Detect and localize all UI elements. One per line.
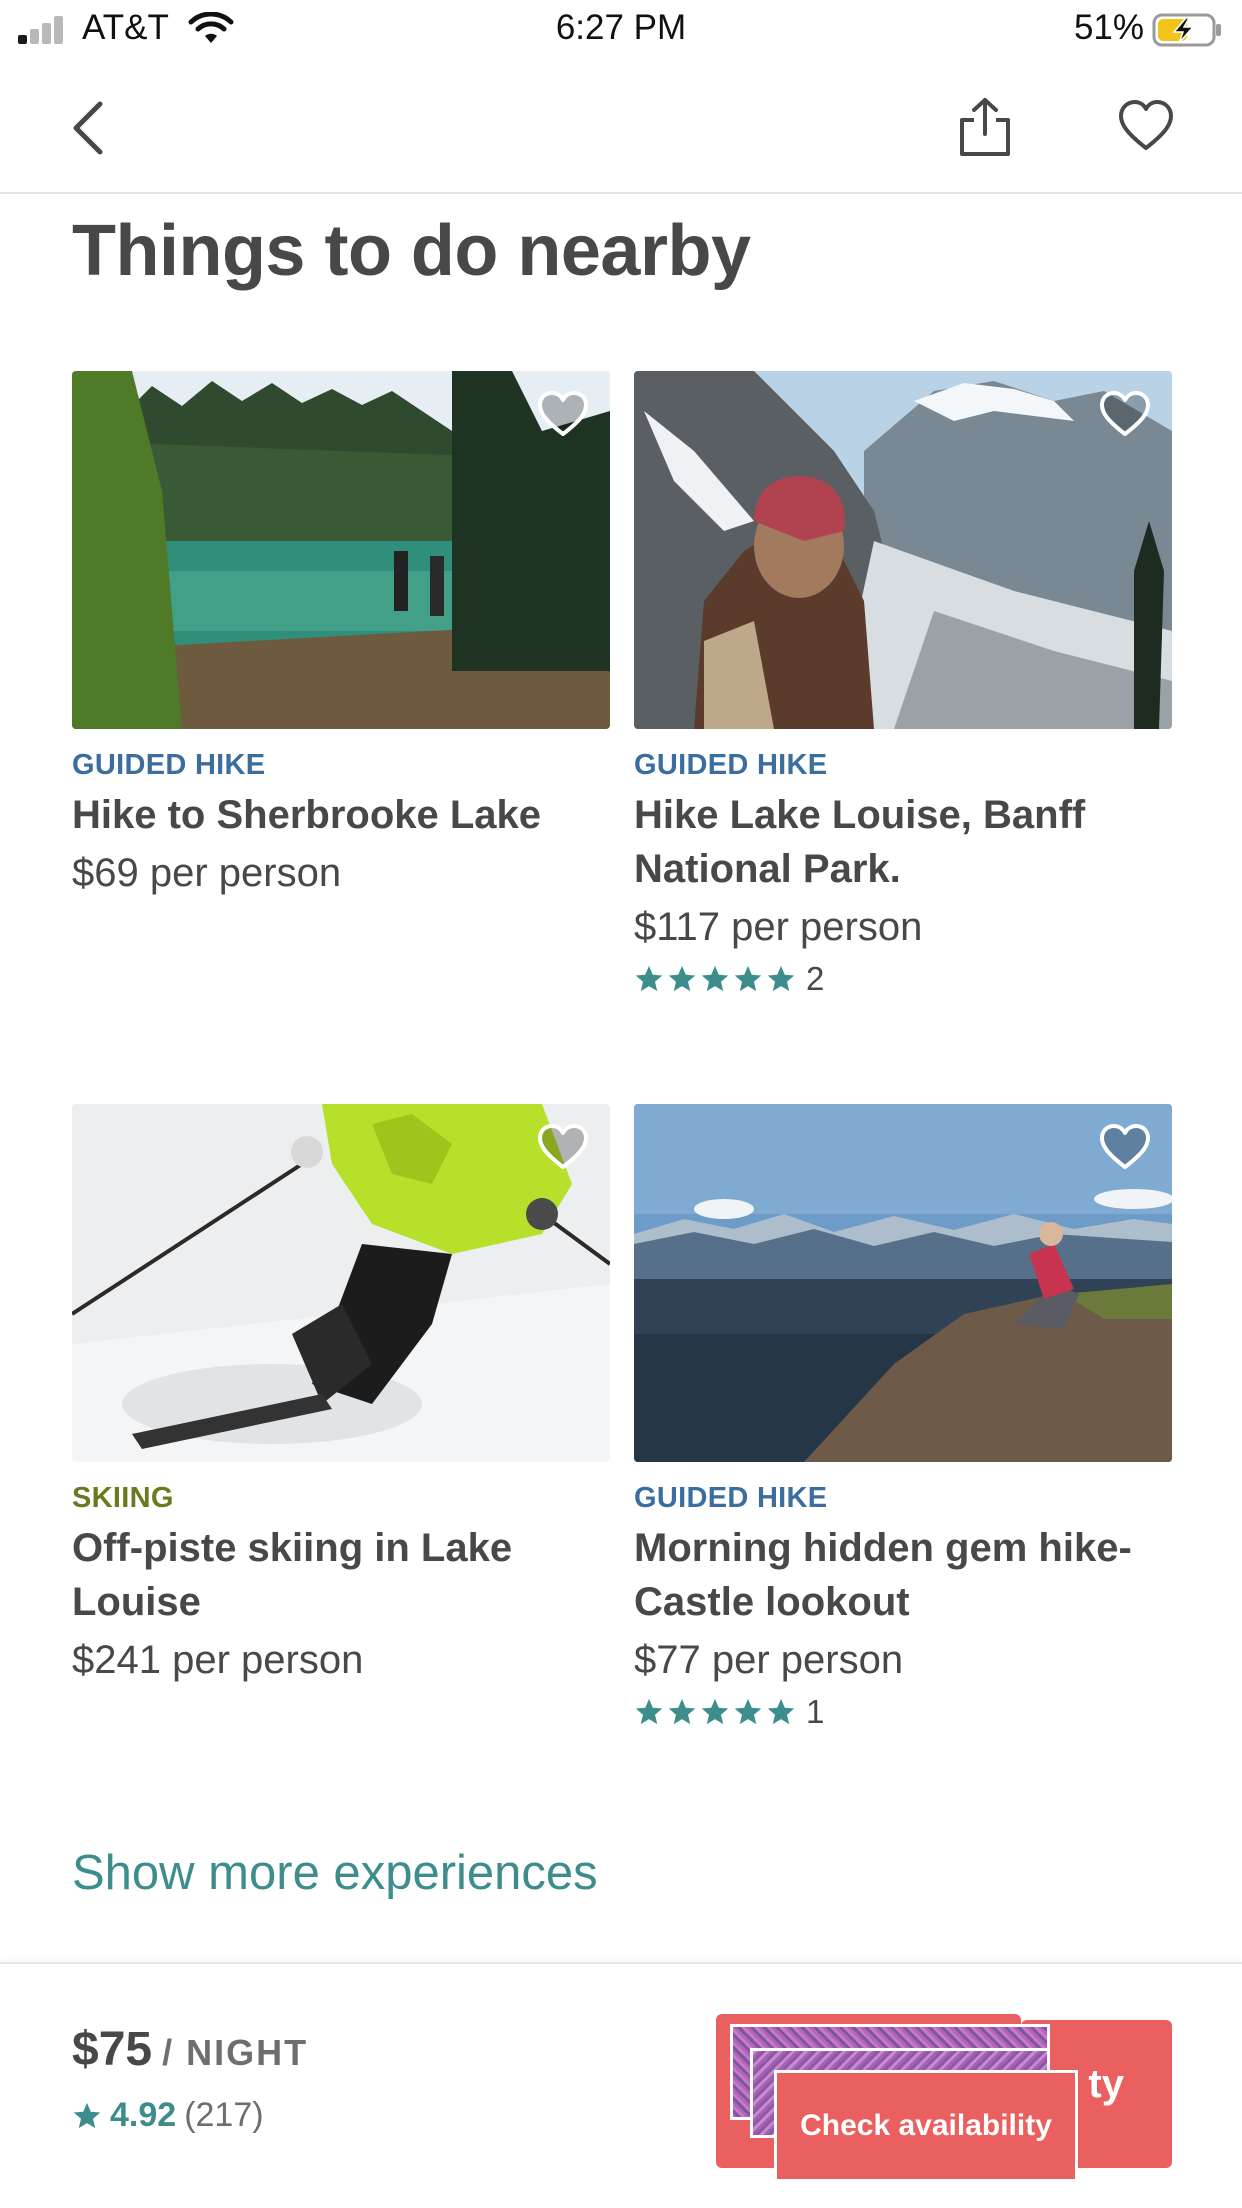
button-partial-label: ty	[1088, 2062, 1124, 2106]
review-total: (217)	[184, 2096, 264, 2134]
star-icon	[767, 965, 795, 992]
share-icon[interactable]	[954, 96, 1016, 158]
star-icon	[734, 1698, 762, 1725]
star-icon	[701, 1698, 729, 1725]
price-unit: / NIGHT	[162, 2032, 309, 2073]
experience-photo	[634, 371, 1172, 729]
check-availability-button-stack: ty Check availability	[716, 2008, 1172, 2182]
star-icon	[701, 965, 729, 992]
experience-category: GUIDED HIKE	[634, 749, 828, 781]
experience-price: $69 per person	[72, 851, 342, 895]
experience-photo	[72, 371, 610, 729]
section-title: Things to do nearby	[72, 211, 751, 291]
lake-forest-photo	[72, 371, 610, 729]
experience-price: $241 per person	[72, 1638, 364, 1682]
experience-price: $77 per person	[634, 1638, 904, 1682]
experience-photo	[634, 1104, 1172, 1462]
experience-title: Hike to Sherbrooke Lake	[72, 793, 542, 837]
top-nav-bar	[0, 70, 1242, 194]
check-availability-button[interactable]: Check availability	[774, 2070, 1078, 2182]
chevron-left-icon[interactable]	[66, 98, 110, 158]
skier-photo	[72, 1104, 610, 1462]
heart-icon[interactable]	[1098, 1122, 1152, 1172]
heart-icon[interactable]	[536, 389, 590, 439]
star-icon	[767, 1698, 795, 1725]
booking-bar: $75 / NIGHT 4.92 (217) ty Check availabi…	[0, 1962, 1242, 2208]
star-icon	[635, 965, 663, 992]
experience-category: GUIDED HIKE	[72, 749, 266, 781]
status-bar: AT&T 6:27 PM 51%	[0, 0, 1242, 60]
experience-title: Off-piste skiing in Lake Louise	[72, 1526, 513, 1624]
nightly-price: $75 / NIGHT	[72, 2022, 308, 2077]
rating-value: 4.92	[110, 2096, 177, 2134]
battery-charging-icon	[1152, 13, 1221, 47]
mountain-hiker-photo	[634, 371, 1172, 729]
heart-icon[interactable]	[536, 1122, 590, 1172]
experience-title: Hike Lake Louise, Banff National Park.	[634, 793, 1086, 891]
experience-category: GUIDED HIKE	[634, 1482, 828, 1514]
show-more-experiences-link[interactable]: Show more experiences	[72, 1845, 598, 1901]
experience-rating: 2	[634, 958, 1172, 1000]
experience-card[interactable]: GUIDED HIKE Hike to Sherbrooke Lake $69 …	[72, 371, 610, 900]
listing-rating: 4.92 (217)	[72, 2096, 264, 2135]
experience-category: SKIING	[72, 1482, 174, 1514]
star-icon	[73, 2102, 101, 2128]
battery-percent: 51%	[1073, 8, 1144, 47]
review-count: 2	[806, 960, 825, 997]
star-icon	[734, 965, 762, 992]
castle-lookout-photo	[634, 1104, 1172, 1462]
experience-card[interactable]: GUIDED HIKE Morning hidden gem hike-Cast…	[634, 1104, 1172, 1733]
heart-icon[interactable]	[1118, 98, 1174, 154]
experience-photo	[72, 1104, 610, 1462]
heart-icon[interactable]	[1098, 389, 1152, 439]
review-count: 1	[806, 1693, 825, 1730]
star-icon	[635, 1698, 663, 1725]
star-rating	[634, 964, 796, 994]
experience-rating: 1	[634, 1691, 1172, 1733]
clock: 6:27 PM	[555, 8, 687, 47]
star-icon	[668, 965, 696, 992]
experience-title: Morning hidden gem hike-Castle lookout	[634, 1526, 1132, 1624]
star-rating	[634, 1697, 796, 1727]
experience-price: $117 per person	[634, 905, 923, 949]
star-icon	[668, 1698, 696, 1725]
experience-card[interactable]: GUIDED HIKE Hike Lake Louise, Banff Nati…	[634, 371, 1172, 1000]
price-amount: $75	[72, 2023, 153, 2076]
experience-card[interactable]: SKIING Off-piste skiing in Lake Louise $…	[72, 1104, 610, 1687]
